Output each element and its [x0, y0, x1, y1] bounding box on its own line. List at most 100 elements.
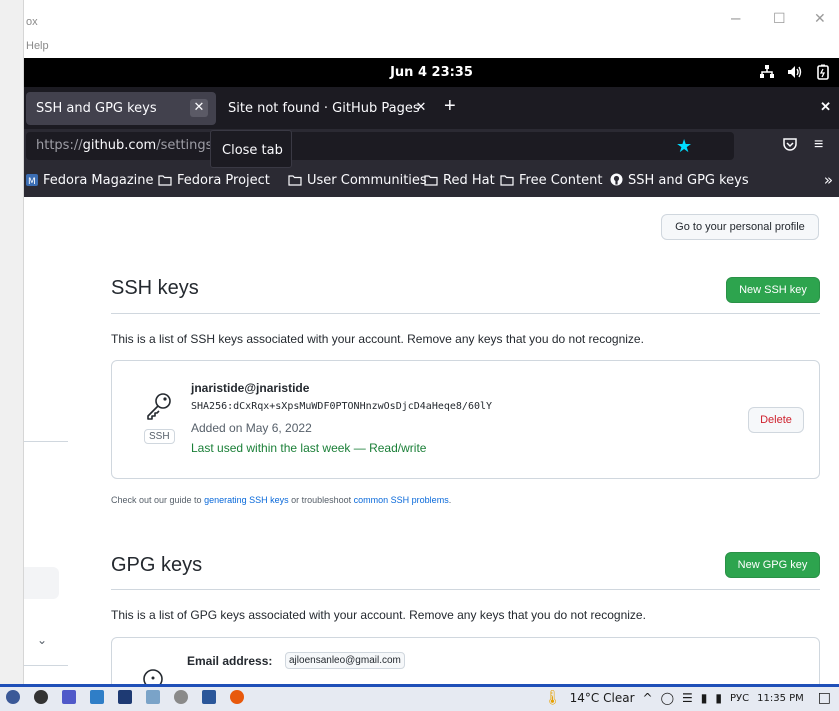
new-gpg-key-button[interactable]: New GPG key [725, 552, 820, 578]
key-icon [147, 393, 171, 420]
url-host: github.com [82, 138, 157, 153]
gpg-email-value: ajloensanleo@gmail.com [285, 652, 405, 669]
weather-icon[interactable]: 🌡 [544, 690, 562, 706]
bookmark-fedora-project[interactable]: Fedora Project [158, 173, 270, 188]
battery-icon[interactable] [815, 64, 831, 80]
github-icon [610, 173, 623, 186]
app-icon[interactable] [230, 690, 244, 704]
bookmark-free-content[interactable]: Free Content [500, 173, 602, 188]
bookmark-user-communities[interactable]: User Communities [288, 173, 427, 188]
guide-middle: or troubleshoot [288, 495, 354, 505]
sidebar-item[interactable] [24, 567, 59, 599]
fedora-icon: M [26, 174, 38, 186]
ssh-keys-heading: SSH keys [111, 277, 199, 299]
taskbar-clock[interactable]: 11:35 PM [757, 693, 804, 704]
teams-icon[interactable] [62, 690, 76, 704]
battery-icon[interactable]: ▮ [701, 691, 708, 705]
tab-label: Site not found · GitHub Pages [228, 101, 420, 116]
new-tab-button[interactable]: + [444, 95, 456, 118]
ssh-badge: SSH [144, 429, 175, 444]
close-tab-icon[interactable]: ✕ [412, 99, 430, 117]
app-icon[interactable] [90, 690, 104, 704]
close-window-button[interactable]: ✕ [814, 10, 826, 27]
taskbar-tray: 🌡 14°C Clear ^ ◯ ☰ ▮ ▮ РУС 11:35 PM □ [544, 690, 839, 706]
gpg-keys-description: This is a list of GPG keys associated wi… [111, 608, 646, 622]
word-icon[interactable] [202, 690, 216, 704]
url-text[interactable]: https://github.com/settings [36, 138, 212, 153]
pocket-icon[interactable] [782, 136, 798, 152]
bookmark-label: Red Hat [443, 173, 495, 188]
bookmark-label: Fedora Magazine [43, 173, 154, 188]
tab-label: SSH and GPG keys [36, 101, 157, 116]
ssh-key-item: SSH jnaristide@jnaristide SHA256:dCxRqx+… [111, 360, 820, 479]
gpg-key-item: Email address: ajloensanleo@gmail.com [111, 637, 820, 684]
volume-icon[interactable] [787, 64, 803, 80]
menu-icon[interactable]: ≡ [814, 136, 823, 154]
bookmark-label: User Communities [307, 173, 427, 188]
tab-strip: SSH and GPG keys ✕ Site not found · GitH… [24, 87, 839, 129]
notifications-icon[interactable]: □ [818, 690, 831, 706]
gpg-key-icon [143, 669, 163, 684]
host-window-titlebar [0, 0, 839, 58]
generating-ssh-keys-link[interactable]: generating SSH keys [204, 495, 289, 505]
bookmark-label: Free Content [519, 173, 603, 188]
host-menu-help[interactable]: Help [26, 40, 49, 52]
host-window-left-strip [0, 0, 24, 690]
sidebar-divider [24, 665, 68, 666]
ssh-key-last-used: Last used within the last week — Read/wr… [191, 441, 427, 455]
close-tab-icon[interactable]: ✕ [190, 99, 208, 117]
tray-icon[interactable]: ◯ [661, 691, 674, 705]
minimize-button[interactable]: – [731, 8, 740, 28]
ssh-guide-text: Check out our guide to generating SSH ke… [111, 495, 451, 505]
bookmark-ssh-gpg-keys[interactable]: SSH and GPG keys [610, 173, 749, 188]
app-icon[interactable] [34, 690, 48, 704]
guide-suffix: . [448, 495, 452, 505]
bookmark-label: Fedora Project [177, 173, 270, 188]
ssh-key-added-date: Added on May 6, 2022 [191, 421, 312, 435]
close-browser-icon[interactable]: ✕ [820, 99, 831, 115]
delete-ssh-key-button[interactable]: Delete [748, 407, 804, 433]
chevron-down-icon[interactable]: ⌄ [37, 633, 47, 647]
folder-icon [500, 175, 514, 186]
network-icon[interactable] [759, 64, 775, 80]
bookmark-star-icon[interactable]: ★ [676, 136, 692, 157]
ssh-key-fingerprint: SHA256:dCxRqx+sXpsMuWDF0PTONHnzwOsDjcD4a… [191, 401, 493, 412]
bookmarks-overflow-chevron-icon[interactable]: » [824, 171, 833, 189]
page-content: ⌄ Go to your personal profile SSH keys N… [24, 197, 839, 684]
gnome-clock[interactable]: Jun 4 23:35 [24, 65, 839, 80]
host-app-title: ox [26, 16, 38, 28]
weather-text[interactable]: 14°C Clear [570, 691, 635, 705]
tab-ssh-gpg-keys[interactable]: SSH and GPG keys ✕ [26, 92, 216, 125]
common-ssh-problems-link[interactable]: common SSH problems [354, 495, 449, 505]
guide-prefix: Check out our guide to [111, 495, 205, 505]
folder-icon [158, 175, 172, 186]
show-hidden-icons-chevron-icon[interactable]: ^ [643, 691, 653, 705]
app-icon[interactable] [146, 690, 160, 704]
system-tray[interactable] [759, 64, 831, 80]
bookmark-label: SSH and GPG keys [628, 173, 749, 188]
gpg-keys-heading: GPG keys [111, 554, 203, 576]
ssh-keys-description: This is a list of SSH keys associated wi… [111, 332, 644, 346]
url-bar[interactable]: https://github.com/settings ★ [26, 132, 734, 160]
maximize-button[interactable]: ☐ [773, 10, 786, 27]
bookmark-red-hat[interactable]: Red Hat [424, 173, 495, 188]
sidebar-divider [24, 441, 68, 442]
new-ssh-key-button[interactable]: New SSH key [726, 277, 820, 303]
settings-icon[interactable] [174, 690, 188, 704]
windows-taskbar: 🌡 14°C Clear ^ ◯ ☰ ▮ ▮ РУС 11:35 PM □ [0, 684, 839, 711]
ssh-key-title: jnaristide@jnaristide [191, 381, 310, 395]
folder-icon [424, 175, 438, 186]
app-icon[interactable] [6, 690, 20, 704]
microphone-icon[interactable]: ▮ [715, 691, 722, 705]
language-indicator[interactable]: РУС [730, 693, 749, 704]
svg-text:M: M [28, 177, 36, 186]
image-viewer-icon[interactable] [118, 690, 132, 704]
bookmark-fedora-magazine[interactable]: M Fedora Magazine [26, 173, 154, 188]
gpg-email-label: Email address: [187, 654, 273, 668]
personal-profile-button[interactable]: Go to your personal profile [661, 214, 819, 240]
taskbar-apps [6, 690, 244, 704]
url-path: /settings [156, 138, 213, 153]
wifi-icon[interactable]: ☰ [682, 691, 693, 705]
gnome-top-bar: Jun 4 23:35 [24, 58, 839, 87]
tab-site-not-found[interactable]: Site not found · GitHub Pages ✕ [228, 92, 432, 125]
